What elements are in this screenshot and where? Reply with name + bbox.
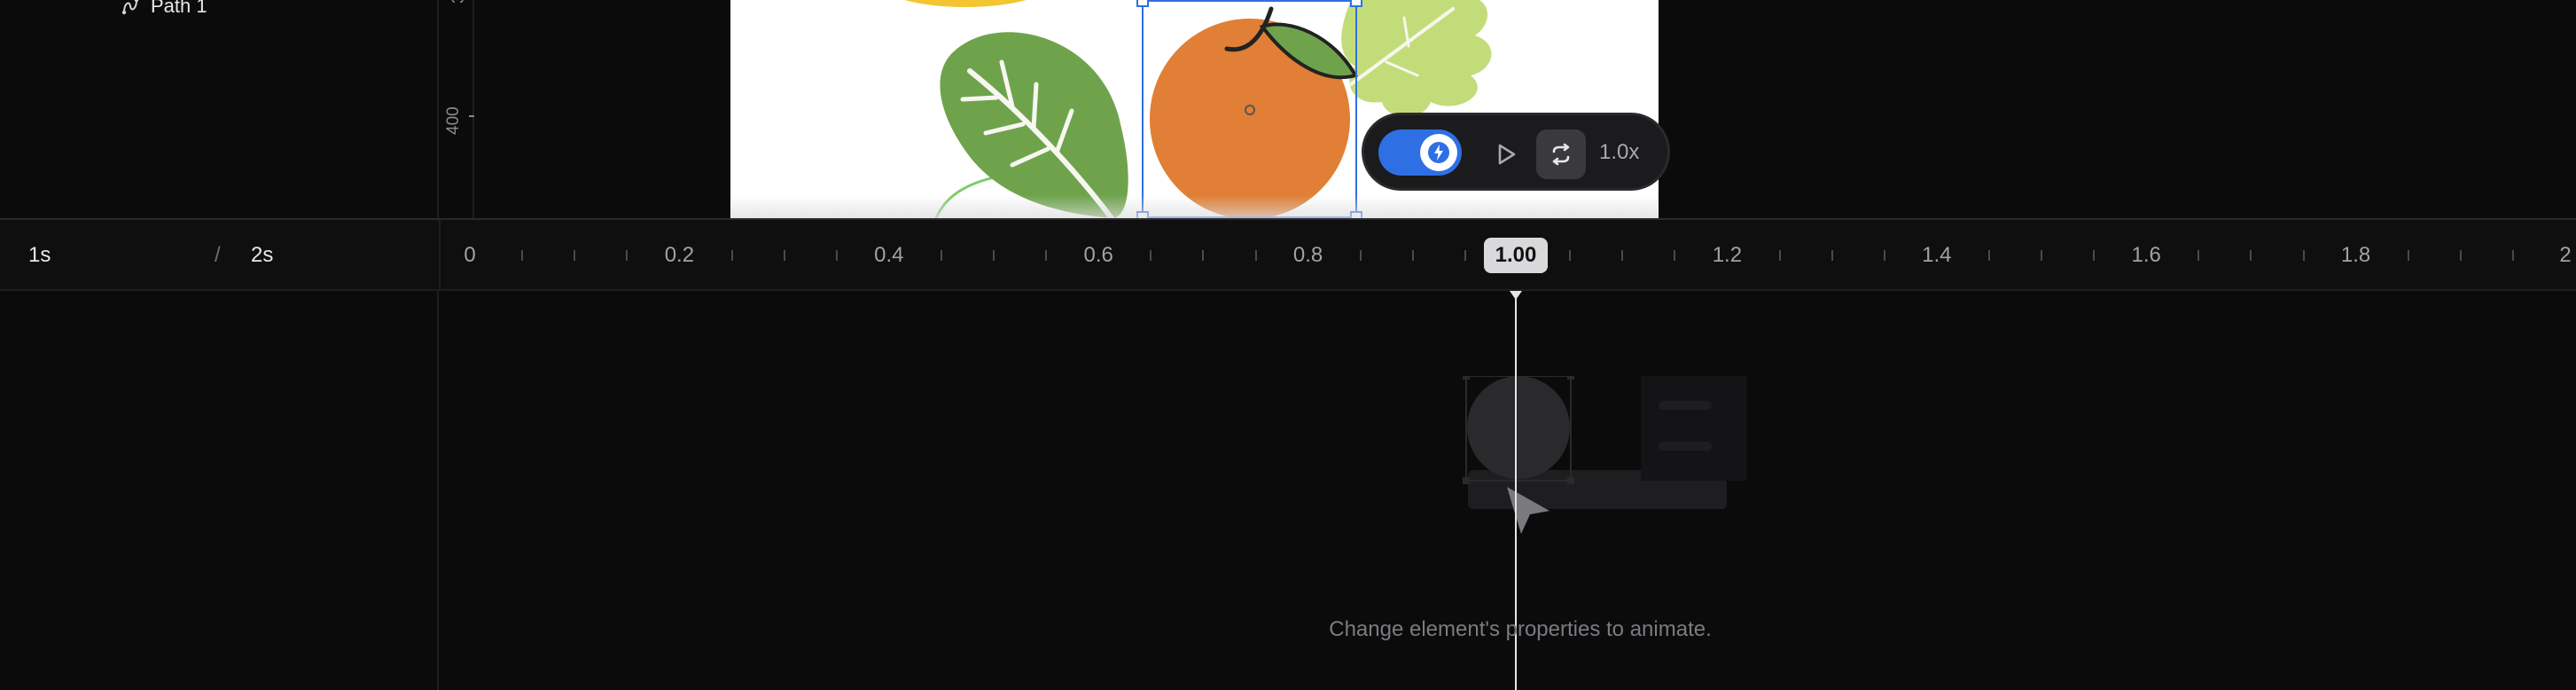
ruler-label-1-6: 1.6: [2131, 243, 2161, 267]
loop-button[interactable]: [1536, 129, 1586, 179]
empty-state-message: Change element's properties to animate.: [1329, 617, 1712, 641]
ruler-tick: [835, 250, 838, 261]
ruler-tick: [783, 250, 785, 261]
empty-state-illustration: [1463, 376, 1747, 534]
orange-fruit: [1150, 6, 1358, 218]
ruler-label-1-2: 1.2: [1712, 243, 1743, 267]
ruler-tick: [1150, 250, 1152, 261]
playhead-time-badge[interactable]: 1.00: [1484, 238, 1548, 273]
ruler-tick: [626, 250, 628, 261]
ruler-label-1-4: 1.4: [1922, 243, 1952, 267]
ruler-tick: [1883, 250, 1885, 261]
ruler-tick: [574, 250, 576, 261]
ruler-tick: [2041, 250, 2042, 261]
layers-panel: Path 1: [0, 0, 439, 218]
ruler-label-0-6: 0.6: [1083, 243, 1113, 267]
ruler-tick: [1202, 250, 1205, 261]
ruler-tick: [1254, 250, 1257, 261]
ruler-tick: [1778, 250, 1781, 261]
lightning-icon: [1420, 134, 1457, 171]
ruler-tick: [2250, 250, 2252, 261]
current-time[interactable]: 1s: [28, 243, 51, 268]
vertical-ruler: 3 400: [439, 0, 474, 218]
ruler-tick: [1674, 250, 1676, 261]
ruler-tick: [2407, 250, 2409, 261]
ruler-tick: [2302, 250, 2305, 261]
ruler-tick: [2459, 250, 2462, 261]
ruler-tick: [1464, 250, 1466, 261]
ruler-label-0-4: 0.4: [874, 243, 904, 267]
ruler-tick: [940, 250, 942, 261]
ruler-tick: [1569, 250, 1572, 261]
loop-icon: [1552, 143, 1570, 166]
ruler-tick: [1831, 250, 1833, 261]
ruler-label-1-8: 1.8: [2340, 243, 2371, 267]
ruler-tick: [1621, 250, 1624, 261]
ruler-label-0-2: 0.2: [664, 243, 695, 267]
ruler-tick: [521, 250, 524, 261]
time-separator: /: [215, 243, 221, 267]
ruler-label-0-8: 0.8: [1292, 243, 1323, 267]
ruler-label-2: 2: [2559, 243, 2572, 267]
ruler-tick: [2511, 250, 2514, 261]
track-list: [0, 291, 439, 690]
ruler-tick: [469, 115, 474, 117]
total-duration[interactable]: 2s: [251, 243, 273, 268]
timeline-header: 1s / 2s 0 0.2 0.4 0.6 0.8 1.2 1.4 1.6 1.8 2 1.00: [0, 218, 2576, 291]
ruler-label-400: 400: [444, 106, 463, 135]
playhead-arrow: [1510, 291, 1522, 300]
playback-toolbar: 1.0x: [1362, 113, 1670, 191]
lettuce-leaf: [1341, 0, 1492, 117]
ruler-tick: [730, 250, 733, 261]
ruler-tick: [1987, 250, 1990, 261]
layer-item-path-1[interactable]: Path 1: [121, 0, 207, 18]
ruler-tick: [2093, 250, 2096, 261]
editor-top-area: Path 1 3 400: [0, 0, 2576, 218]
play-icon: [1498, 144, 1516, 165]
spinach-leaf: [940, 32, 1128, 218]
ruler-tick: [993, 250, 995, 261]
lemon-shape: [904, 0, 1026, 7]
path-icon: [121, 0, 140, 16]
layer-label: Path 1: [151, 0, 207, 17]
ruler-tick: [2197, 250, 2200, 261]
ruler-tick: [1045, 250, 1048, 261]
timeline-body: Change element's properties to animate.: [0, 291, 2576, 690]
play-button[interactable]: [1485, 133, 1527, 176]
ruler-label-cut: 3: [449, 0, 469, 4]
ruler-label-0: 0: [464, 243, 476, 267]
instant-preview-toggle[interactable]: [1378, 129, 1462, 176]
ruler-tick: [1411, 250, 1414, 261]
playback-speed[interactable]: 1.0x: [1599, 140, 1639, 165]
ruler-tick: [1359, 250, 1362, 261]
